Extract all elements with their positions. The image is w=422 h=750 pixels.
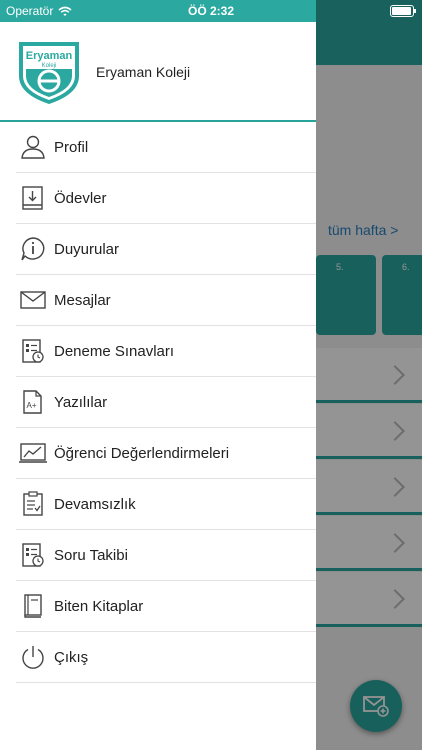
svg-text:Eryaman: Eryaman [26,50,73,62]
grade-doc-icon: A+ [16,385,50,419]
dim-overlay[interactable] [316,0,422,750]
menu-item-label: Mesajlar [54,291,111,309]
menu-item-cikis[interactable]: Çıkış [16,632,316,683]
menu-item-biten-kitaplar[interactable]: Biten Kitaplar [16,581,316,632]
menu-item-label: Öğrenci Değerlendirmeleri [54,444,230,462]
menu-item-duyurular[interactable]: Duyurular [16,224,316,275]
menu-item-label: Ödevler [54,189,107,207]
battery-icon [390,5,416,17]
navigation-drawer: Eryaman Koleji Eryaman Koleji Profil Öde… [0,0,316,750]
menu-item-profil[interactable]: Profil [16,122,316,173]
book-icon [16,589,50,623]
status-time: ÖÖ 2:32 [187,4,235,18]
drawer-header: Eryaman Koleji Eryaman Koleji [0,22,316,122]
menu-item-label: Duyurular [54,240,120,258]
menu-item-yazililar[interactable]: A+ Yazılılar [16,377,316,428]
menu-item-label: Soru Takibi [54,546,128,564]
school-name: Eryaman Koleji [96,64,191,80]
status-bar: Operatör ÖÖ 2:32 [0,0,422,22]
menu-item-ogrenci-degerlendirmeleri[interactable]: Öğrenci Değerlendirmeleri [16,428,316,479]
clipboard-check-icon [16,487,50,521]
menu-item-label: Profil [54,138,89,156]
menu-item-mesajlar[interactable]: Mesajlar [16,275,316,326]
menu-item-label: Devamsızlık [54,495,136,513]
svg-text:A+: A+ [27,401,37,410]
chart-monitor-icon [16,436,50,470]
menu-item-label: Biten Kitaplar [54,597,144,615]
download-tray-icon [16,181,50,215]
menu-item-deneme-sinavlari[interactable]: Deneme Sınavları [16,326,316,377]
user-icon [16,130,50,164]
menu-item-devamsizlik[interactable]: Devamsızlık [16,479,316,530]
menu-item-label: Yazılılar [54,393,108,411]
exam-list-icon [16,334,50,368]
info-bubble-icon [16,232,50,266]
menu-item-odevler[interactable]: Ödevler [16,173,316,224]
drawer-menu: Profil Ödevler Duyurular Mesajlar Deneme… [16,122,316,683]
menu-item-label: Deneme Sınavları [54,342,175,360]
menu-item-label: Çıkış [54,648,89,666]
question-list-icon [16,538,50,572]
school-logo: Eryaman Koleji [19,42,79,104]
svg-text:Koleji: Koleji [42,63,57,69]
power-icon [16,640,50,674]
menu-item-soru-takibi[interactable]: Soru Takibi [16,530,316,581]
envelope-icon [16,283,50,317]
